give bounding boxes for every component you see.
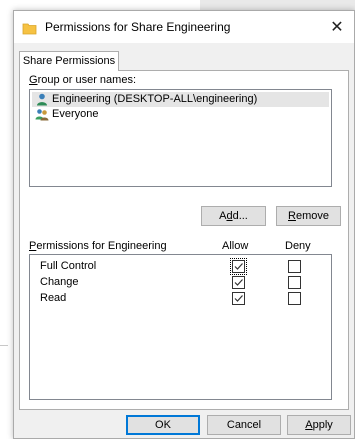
permission-row-full-control: Full Control	[30, 258, 331, 275]
remove-button[interactable]: Remove	[276, 206, 341, 226]
permissions-list: Full Control Change Read	[29, 254, 332, 400]
cancel-button[interactable]: Cancel	[207, 415, 281, 435]
apply-button[interactable]: Apply	[287, 415, 351, 435]
background-window-strip	[200, 0, 355, 10]
list-item-label: Engineering (DESKTOP-ALL\engineering)	[52, 93, 258, 105]
change-deny-checkbox[interactable]	[288, 276, 301, 289]
list-item-label: Everyone	[52, 108, 99, 120]
folder-icon	[22, 21, 38, 35]
permission-name: Full Control	[40, 260, 97, 272]
close-button[interactable]: ✕	[326, 17, 348, 39]
deny-header: Deny	[285, 240, 311, 252]
full-control-deny-checkbox[interactable]	[288, 260, 301, 273]
permission-name: Read	[40, 292, 67, 304]
tab-share-permissions[interactable]: Share Permissions	[19, 51, 119, 71]
allow-header: Allow	[222, 240, 249, 252]
background-left	[0, 0, 14, 439]
read-allow-checkbox[interactable]	[232, 292, 245, 305]
ok-button[interactable]: OK	[126, 415, 200, 435]
full-control-allow-checkbox[interactable]	[230, 258, 247, 275]
permissions-dialog: Permissions for Share Engineering ✕ Shar…	[13, 10, 355, 439]
dialog-title: Permissions for Share Engineering	[45, 20, 231, 34]
permission-row-read: Read	[30, 291, 331, 306]
group-user-list[interactable]: Engineering (DESKTOP-ALL\engineering) Ev…	[29, 89, 332, 187]
list-item-everyone[interactable]: Everyone	[32, 107, 329, 122]
single-user-icon	[35, 93, 49, 106]
user-group-icon	[35, 108, 49, 121]
title-bar[interactable]: Permissions for Share Engineering ✕	[14, 11, 354, 43]
list-item-engineering[interactable]: Engineering (DESKTOP-ALL\engineering)	[32, 92, 329, 107]
permission-name: Change	[40, 276, 79, 288]
read-deny-checkbox[interactable]	[288, 292, 301, 305]
add-button[interactable]: Add...	[201, 206, 266, 226]
share-permissions-panel: Group or user names: Engineering (DESKTO…	[19, 70, 349, 410]
change-allow-checkbox[interactable]	[232, 276, 245, 289]
background-divider	[0, 345, 8, 346]
permission-row-change: Change	[30, 275, 331, 290]
permissions-header: Permissions for Engineering	[29, 240, 167, 252]
group-names-label: Group or user names:	[29, 74, 136, 86]
